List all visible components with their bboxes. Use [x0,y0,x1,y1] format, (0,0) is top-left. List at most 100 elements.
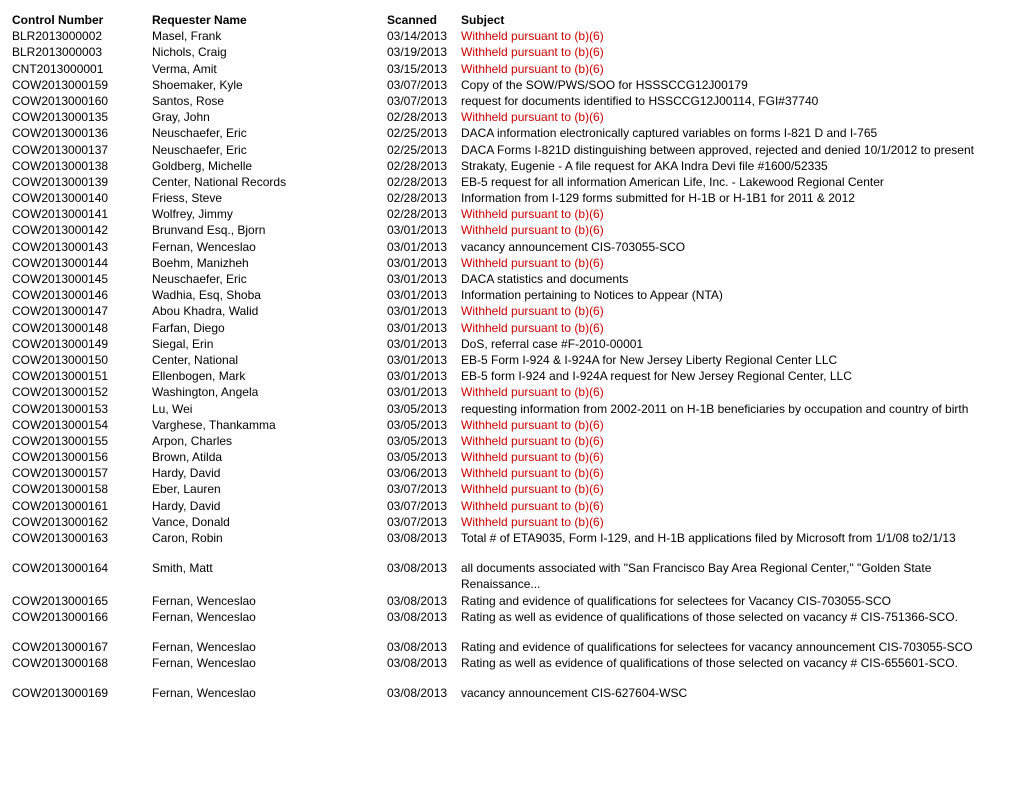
cell-requester-name: Washington, Angela [152,384,387,400]
table-row: COW2013000163Caron, Robin03/08/2013Total… [12,530,1008,546]
cell-scanned: 03/06/2013 [387,465,457,481]
cell-control-number: COW2013000159 [12,77,152,93]
header-requester-name: Requester Name [152,12,387,28]
cell-requester-name: Siegal, Erin [152,336,387,352]
table-row: COW2013000169Fernan, Wenceslao03/08/2013… [12,685,1008,701]
cell-subject: Copy of the SOW/PWS/SOO for HSSSCCG12J00… [457,77,1008,93]
header-scanned: Scanned [387,12,457,28]
cell-subject: Rating and evidence of qualifications fo… [457,593,1008,609]
cell-subject: DACA information electronically captured… [457,125,1008,141]
cell-control-number: COW2013000138 [12,158,152,174]
table-row: COW2013000153Lu, Wei03/05/2013requesting… [12,401,1008,417]
cell-scanned: 03/07/2013 [387,498,457,514]
cell-requester-name: Wadhia, Esq, Shoba [152,287,387,303]
cell-control-number: BLR2013000002 [12,28,152,44]
cell-subject: Rating as well as evidence of qualificat… [457,655,1008,671]
cell-requester-name: Neuschaefer, Eric [152,271,387,287]
table-row: COW2013000148Farfan, Diego03/01/2013With… [12,320,1008,336]
cell-subject: Withheld pursuant to (b)(6) [457,44,1008,60]
cell-control-number: COW2013000140 [12,190,152,206]
cell-control-number: COW2013000135 [12,109,152,125]
cell-subject: Strakaty, Eugenie - A file request for A… [457,158,1008,174]
cell-subject: Withheld pursuant to (b)(6) [457,255,1008,271]
cell-subject: all documents associated with "San Franc… [457,560,1008,592]
cell-control-number: COW2013000152 [12,384,152,400]
table-row: COW2013000146Wadhia, Esq, Shoba03/01/201… [12,287,1008,303]
cell-requester-name: Eber, Lauren [152,481,387,497]
cell-scanned: 03/15/2013 [387,61,457,77]
cell-requester-name: Hardy, David [152,465,387,481]
cell-scanned: 03/08/2013 [387,639,457,655]
table-row: COW2013000135Gray, John02/28/2013Withhel… [12,109,1008,125]
cell-requester-name: Center, National [152,352,387,368]
cell-scanned: 02/25/2013 [387,125,457,141]
table-row: COW2013000152Washington, Angela03/01/201… [12,384,1008,400]
cell-subject: vacancy announcement CIS-703055-SCO [457,239,1008,255]
cell-requester-name: Center, National Records [152,174,387,190]
cell-requester-name: Verma, Amit [152,61,387,77]
cell-requester-name: Smith, Matt [152,560,387,576]
cell-control-number: COW2013000161 [12,498,152,514]
cell-requester-name: Shoemaker, Kyle [152,77,387,93]
table-row: COW2013000142Brunvand Esq., Bjorn03/01/2… [12,222,1008,238]
table-row: COW2013000168Fernan, Wenceslao03/08/2013… [12,655,1008,671]
cell-control-number: COW2013000157 [12,465,152,481]
cell-control-number: COW2013000151 [12,368,152,384]
cell-scanned: 03/05/2013 [387,401,457,417]
cell-subject: DACA statistics and documents [457,271,1008,287]
cell-scanned: 03/14/2013 [387,28,457,44]
table-row: COW2013000154Varghese, Thankamma03/05/20… [12,417,1008,433]
cell-scanned: 03/08/2013 [387,593,457,609]
header-subject: Subject [457,12,1008,28]
table-row: COW2013000162Vance, Donald03/07/2013With… [12,514,1008,530]
cell-control-number: COW2013000153 [12,401,152,417]
table-row: COW2013000164Smith, Matt03/08/2013all do… [12,560,1008,592]
cell-control-number: CNT2013000001 [12,61,152,77]
cell-subject: Rating and evidence of qualifications fo… [457,639,1008,655]
cell-scanned: 03/05/2013 [387,449,457,465]
table-row: CNT2013000001Verma, Amit03/15/2013Withhe… [12,61,1008,77]
cell-control-number: COW2013000162 [12,514,152,530]
cell-requester-name: Neuschaefer, Eric [152,125,387,141]
cell-requester-name: Fernan, Wenceslao [152,593,387,609]
cell-requester-name: Fernan, Wenceslao [152,639,387,655]
cell-subject: DACA Forms I-821D distinguishing between… [457,142,1008,158]
cell-subject: Withheld pursuant to (b)(6) [457,514,1008,530]
table-row: COW2013000158Eber, Lauren03/07/2013Withh… [12,481,1008,497]
table-row: COW2013000141Wolfrey, Jimmy02/28/2013Wit… [12,206,1008,222]
cell-subject: requesting information from 2002-2011 on… [457,401,1008,417]
cell-scanned: 03/01/2013 [387,320,457,336]
cell-requester-name: Santos, Rose [152,93,387,109]
cell-requester-name: Lu, Wei [152,401,387,417]
cell-scanned: 03/07/2013 [387,77,457,93]
table-row: COW2013000136Neuschaefer, Eric02/25/2013… [12,125,1008,141]
cell-scanned: 03/07/2013 [387,514,457,530]
cell-control-number: COW2013000167 [12,639,152,655]
cell-requester-name: Gray, John [152,109,387,125]
cell-control-number: BLR2013000003 [12,44,152,60]
cell-control-number: COW2013000156 [12,449,152,465]
cell-requester-name: Ellenbogen, Mark [152,368,387,384]
table-row: COW2013000139Center, National Records02/… [12,174,1008,190]
table-row: COW2013000151Ellenbogen, Mark03/01/2013E… [12,368,1008,384]
cell-scanned: 02/28/2013 [387,190,457,206]
cell-subject: Withheld pursuant to (b)(6) [457,206,1008,222]
cell-control-number: COW2013000165 [12,593,152,609]
cell-requester-name: Fernan, Wenceslao [152,655,387,671]
cell-subject: Withheld pursuant to (b)(6) [457,498,1008,514]
cell-subject: Withheld pursuant to (b)(6) [457,433,1008,449]
cell-subject: Information from I-129 forms submitted f… [457,190,1008,206]
cell-subject: EB-5 request for all information America… [457,174,1008,190]
cell-scanned: 03/01/2013 [387,384,457,400]
cell-scanned: 03/01/2013 [387,287,457,303]
cell-subject: Withheld pursuant to (b)(6) [457,465,1008,481]
table-row: COW2013000143Fernan, Wenceslao03/01/2013… [12,239,1008,255]
table-row: COW2013000160Santos, Rose03/07/2013reque… [12,93,1008,109]
cell-control-number: COW2013000145 [12,271,152,287]
cell-requester-name: Goldberg, Michelle [152,158,387,174]
cell-scanned: 03/01/2013 [387,239,457,255]
cell-subject: EB-5 Form I-924 & I-924A for New Jersey … [457,352,1008,368]
cell-scanned: 02/28/2013 [387,174,457,190]
cell-requester-name: Brunvand Esq., Bjorn [152,222,387,238]
cell-scanned: 03/05/2013 [387,433,457,449]
